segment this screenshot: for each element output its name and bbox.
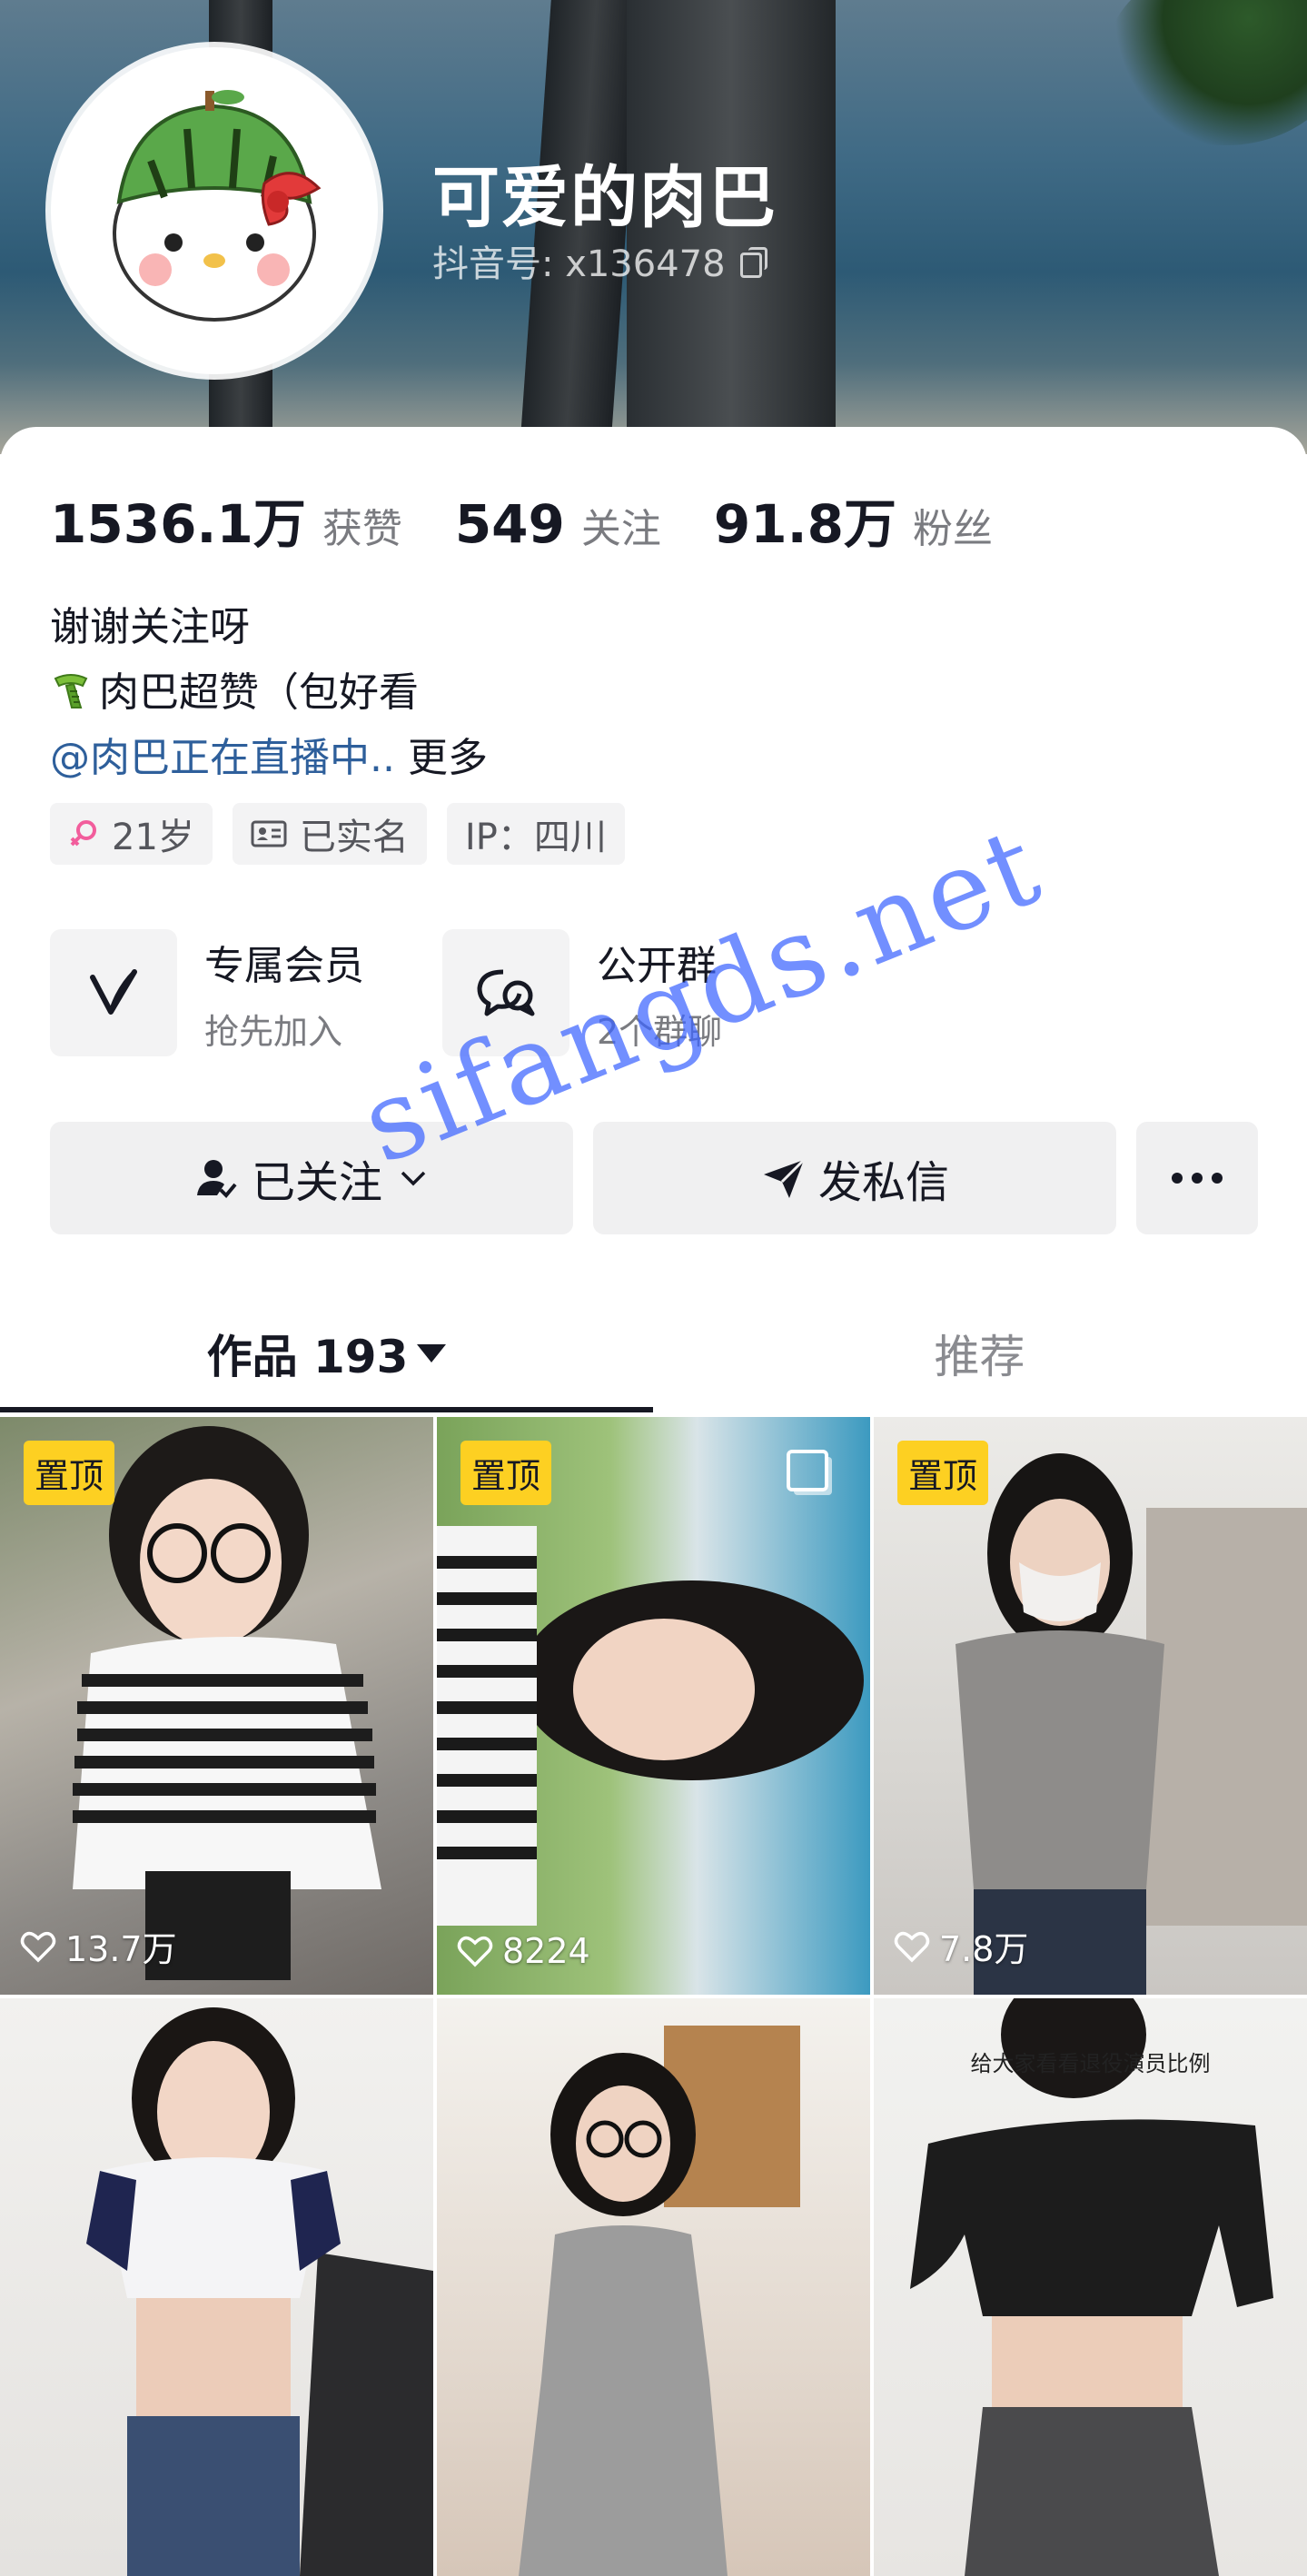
paper-plane-icon: [763, 1158, 806, 1198]
service-subtitle: 2个群聊: [597, 1011, 723, 1052]
service-title: 专属会员: [204, 942, 364, 989]
profile-bio: 谢谢关注呀 肉巴超赞（包好看 @肉巴正在直播中.. 更多: [50, 595, 488, 791]
video-cover-image: [86, 2007, 433, 2576]
stat-followers[interactable]: 91.8万 粉丝: [714, 481, 993, 558]
stat-label: 关注: [580, 506, 661, 552]
pinned-badge: 置顶: [460, 1441, 552, 1505]
video-caption: 给大家看看退役演员比例: [970, 2051, 1211, 2076]
profile-actions: 已关注 发私信: [50, 1122, 1258, 1234]
likes-count: 7.8万: [939, 1929, 1029, 1969]
video-likes: 13.7万: [20, 1921, 177, 1971]
profile-nickname: 可爱的肉巴: [432, 159, 777, 237]
bio-line: @肉巴正在直播中.. 更多: [50, 726, 488, 791]
likes-count: 8224: [502, 1931, 590, 1971]
stat-likes[interactable]: 1536.1万 获赞: [50, 481, 402, 558]
stat-value: 91.8万: [713, 493, 897, 555]
stat-label: 获赞: [322, 506, 402, 552]
copy-icon[interactable]: [739, 247, 767, 278]
group-chat-icon: [442, 929, 569, 1056]
heart-outline-icon: [20, 1931, 56, 1962]
member-v-icon: [50, 929, 177, 1056]
live-mention-link[interactable]: @肉巴正在直播中..: [50, 735, 395, 781]
more-options-button[interactable]: [1136, 1122, 1258, 1234]
send-message-button[interactable]: 发私信: [593, 1122, 1116, 1234]
profile-stats: 1536.1万 获赞 549 关注 91.8万 粉丝: [50, 481, 1045, 558]
id-card-icon: [251, 819, 287, 848]
caret-down-icon[interactable]: [417, 1344, 447, 1362]
tag-age: 21岁: [50, 803, 213, 865]
female-icon: [68, 818, 99, 849]
pinned-badge: 置顶: [897, 1441, 989, 1505]
tab-recommend-label: 推荐: [934, 1331, 1025, 1383]
send-message-label: 发私信: [817, 1157, 949, 1208]
pinned-badge: 置顶: [24, 1441, 115, 1505]
tab-recommend[interactable]: 推荐: [653, 1299, 1306, 1408]
tag-ip: IP：四川: [446, 803, 625, 865]
tag-label: IP：四川: [464, 817, 607, 858]
video-thumbnail[interactable]: [437, 1998, 870, 2576]
tab-works-label: 作品 193: [206, 1331, 409, 1383]
stat-value: 1536.1万: [50, 493, 306, 555]
multi-select-checkbox[interactable]: [787, 1450, 828, 1491]
account-id: 抖音号: x136478: [432, 243, 726, 285]
tag-label: 已实名: [299, 817, 409, 858]
bio-line: 谢谢关注呀: [50, 604, 250, 650]
heart-outline-icon: [457, 1936, 493, 1967]
stat-label: 粉丝: [913, 506, 994, 552]
video-thumbnail[interactable]: 置顶 8224: [437, 1417, 870, 1995]
service-title: 公开群: [597, 942, 717, 989]
service-membership[interactable]: 专属会员 抢先加入: [50, 929, 364, 1056]
tag-label: 21岁: [112, 817, 194, 858]
service-group-chat[interactable]: 公开群 2个群聊: [442, 929, 722, 1056]
video-thumbnail[interactable]: [0, 1998, 433, 2576]
scarf-emoji-icon: [54, 674, 88, 708]
more-dots-icon: [1172, 1173, 1223, 1184]
video-thumbnail[interactable]: 置顶 13.7万: [0, 1417, 433, 1995]
followed-button[interactable]: 已关注: [50, 1122, 573, 1234]
video-thumbnail[interactable]: 给大家看看退役演员比例: [874, 1998, 1307, 2576]
video-cover-image: [519, 2026, 800, 2576]
video-grid: 置顶 13.7万 置顶 8224 置顶 7.8万 给大家看看退役演员比例: [0, 1417, 1307, 2576]
avatar[interactable]: [51, 47, 378, 374]
tag-verified: 已实名: [232, 803, 427, 865]
profile-tags: 21岁 已实名 IP：四川: [50, 803, 625, 865]
tab-works[interactable]: 作品 193: [0, 1299, 653, 1408]
bio-line: 肉巴超赞（包好看: [50, 660, 488, 726]
active-tab-indicator: [0, 1407, 653, 1412]
bio-text: 肉巴超赞（包好看: [99, 669, 419, 716]
stat-value: 549: [454, 493, 565, 555]
followed-user-icon: [196, 1160, 237, 1198]
likes-count: 13.7万: [65, 1929, 177, 1969]
video-thumbnail[interactable]: 置顶 7.8万: [874, 1417, 1307, 1995]
palm-leaves: [1107, 0, 1307, 145]
account-id-row[interactable]: 抖音号: x136478: [432, 234, 767, 287]
content-tabs: 作品 193 推荐: [0, 1299, 1307, 1408]
video-cover-image: [910, 1998, 1273, 2576]
avatar-cat-icon: [113, 90, 322, 322]
chevron-down-icon: [401, 1171, 426, 1186]
video-likes: 7.8万: [894, 1921, 1028, 1971]
followed-label: 已关注: [251, 1157, 382, 1208]
video-likes: 8224: [457, 1931, 590, 1971]
bio-more-link[interactable]: 更多: [408, 735, 488, 781]
heart-outline-icon: [894, 1931, 930, 1962]
profile-services: 专属会员 抢先加入 公开群 2个群聊: [50, 929, 722, 1056]
service-subtitle: 抢先加入: [204, 1011, 343, 1052]
stat-following[interactable]: 549 关注: [455, 493, 661, 555]
